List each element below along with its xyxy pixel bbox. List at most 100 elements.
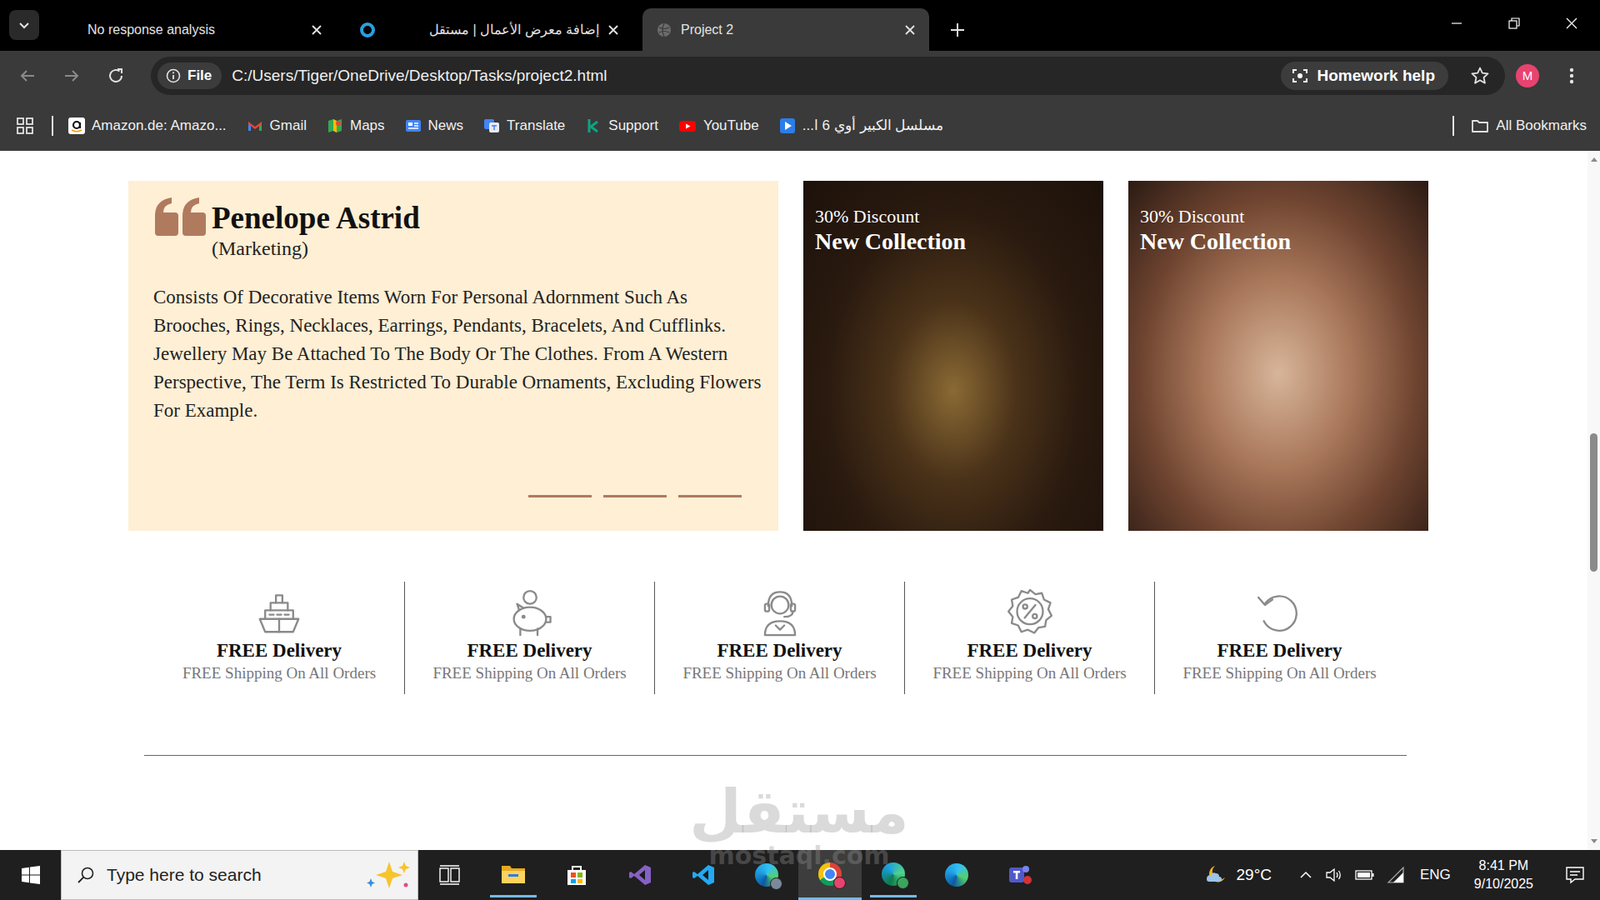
tab-favicon-slot (62, 21, 80, 39)
taskbar-app[interactable] (608, 850, 672, 900)
close-icon[interactable] (310, 24, 323, 36)
taskbar-search-box[interactable]: Type here to search (60, 850, 419, 900)
site-info-label: File (187, 67, 212, 85)
taskbar-app[interactable] (481, 850, 545, 900)
volume-icon[interactable] (1325, 866, 1344, 884)
site-info-chip[interactable]: File (157, 62, 222, 90)
watermark-latin: mostaql.com (708, 841, 890, 870)
browser-tab[interactable]: No response analysis (49, 8, 336, 51)
testimonial-author: Penelope Astrid (Marketing) (211, 195, 420, 260)
apps-grid-icon[interactable] (16, 117, 34, 135)
bookmark-item[interactable]: Amazon.de: Amazo... (68, 117, 227, 135)
bookmarks-bar: Amazon.de: Amazo... Gmail Maps News Tran… (0, 100, 1600, 151)
notifications-button[interactable] (1558, 865, 1592, 885)
vscode-icon (691, 863, 715, 887)
promo-card[interactable]: 30% Discount New Collection (1128, 180, 1429, 531)
wifi-icon[interactable] (1386, 866, 1405, 884)
quote-icon (153, 195, 209, 238)
section-divider (144, 755, 1407, 756)
taskbar-app[interactable] (418, 850, 482, 900)
bookmark-item[interactable]: Maps (326, 117, 385, 135)
browser-tab[interactable]: إضافة معرض الأعمال | مستقل (345, 8, 633, 51)
return-icon (1254, 586, 1306, 639)
url-text[interactable]: C:/Users/Tiger/OneDrive/Desktop/Tasks/pr… (231, 66, 1270, 85)
teams-icon (1007, 863, 1033, 887)
feature-subtitle: FREE Shipping On All Orders (932, 664, 1126, 683)
profile-avatar[interactable]: M (1515, 64, 1540, 88)
feature-title: FREE Delivery (966, 640, 1092, 662)
taskbar-app[interactable] (861, 850, 925, 900)
slide-indicator[interactable] (528, 495, 592, 498)
edge-icon (945, 863, 969, 887)
arrow-left-icon (18, 66, 37, 85)
tab-search-button[interactable] (9, 10, 40, 40)
promo-card[interactable]: 30% Discount New Collection (803, 180, 1104, 531)
promo-title: New Collection (1140, 227, 1417, 256)
lens-icon (1290, 66, 1310, 85)
window-controls (1427, 0, 1600, 51)
promo-discount: 30% Discount (1140, 205, 1417, 228)
bookmark-item[interactable]: YouTube (678, 117, 760, 135)
youtube-icon (678, 117, 697, 135)
ship-icon (253, 586, 305, 639)
taskbar-app[interactable] (988, 850, 1052, 900)
bookmark-item[interactable]: مسلسل الكبير أوي 6 ا... (779, 116, 945, 135)
file-explorer-icon (500, 863, 526, 885)
back-button[interactable] (10, 59, 45, 93)
feature-title: FREE Delivery (216, 640, 342, 662)
slider-indicators (153, 478, 769, 498)
feature-item: FREE Delivery FREE Shipping On All Order… (654, 581, 905, 695)
slide-indicator[interactable] (603, 495, 667, 498)
close-icon[interactable] (607, 24, 620, 36)
plus-icon[interactable] (949, 21, 966, 39)
chevron-up-icon[interactable] (1298, 867, 1314, 883)
address-bar[interactable]: File C:/Users/Tiger/OneDrive/Desktop/Tas… (150, 56, 1505, 95)
minimize-icon (1450, 16, 1464, 30)
bookmark-star-icon[interactable] (1470, 65, 1490, 86)
support-icon (585, 117, 602, 135)
bookmark-item[interactable]: Support (585, 117, 659, 135)
author-role: (Marketing) (211, 236, 420, 261)
feature-title: FREE Delivery (1216, 640, 1342, 662)
clock[interactable]: 8:41 PM 9/10/2025 (1474, 856, 1534, 893)
input-language[interactable]: ENG (1420, 866, 1451, 884)
all-bookmarks-button[interactable]: All Bookmarks (1470, 117, 1587, 135)
taskbar-app[interactable] (735, 850, 799, 900)
feature-subtitle: FREE Shipping On All Orders (682, 664, 876, 683)
taskbar-app[interactable] (798, 850, 862, 900)
scroll-down-icon[interactable] (1590, 838, 1599, 845)
menu-button[interactable] (1555, 59, 1589, 93)
bookmark-item[interactable]: Gmail (246, 117, 307, 135)
browser-tab[interactable]: Project 2 (642, 8, 930, 51)
scrollbar[interactable] (1587, 150, 1600, 850)
clock-time: 8:41 PM (1479, 856, 1530, 875)
minimize-button[interactable] (1427, 0, 1485, 47)
all-bookmarks-area: All Bookmarks (1452, 115, 1587, 136)
close-window-button[interactable] (1542, 0, 1600, 47)
homework-help-button[interactable]: Homework help (1280, 61, 1449, 90)
tab-label: Project 2 (680, 22, 896, 38)
restore-button[interactable] (1485, 0, 1543, 47)
bookmark-item[interactable]: Translate (483, 117, 565, 135)
taskbar-app[interactable] (671, 850, 735, 900)
taskbar-app[interactable] (545, 850, 609, 900)
video-play-icon (779, 117, 796, 135)
forward-button[interactable] (55, 59, 89, 93)
close-icon[interactable] (904, 24, 916, 36)
slide-indicator[interactable] (678, 495, 742, 498)
page-viewport: Penelope Astrid (Marketing) Consists Of … (0, 150, 1588, 850)
discount-icon (1004, 586, 1056, 639)
bookmarks-separator (1452, 115, 1455, 136)
bookmark-item[interactable]: News (405, 117, 465, 135)
weather-widget[interactable]: 29°C (1203, 864, 1272, 886)
scrollbar-thumb[interactable] (1590, 433, 1598, 572)
bookmark-label: News (428, 117, 465, 135)
watermark: مستقل mostaql.com (689, 781, 909, 870)
reload-button[interactable] (99, 59, 133, 93)
battery-icon[interactable] (1355, 868, 1375, 882)
scroll-up-icon[interactable] (1590, 155, 1599, 163)
taskbar-app[interactable] (925, 850, 989, 900)
start-button[interactable] (0, 850, 61, 900)
promo-title: New Collection (815, 227, 1092, 256)
clock-date: 9/10/2025 (1474, 875, 1534, 894)
